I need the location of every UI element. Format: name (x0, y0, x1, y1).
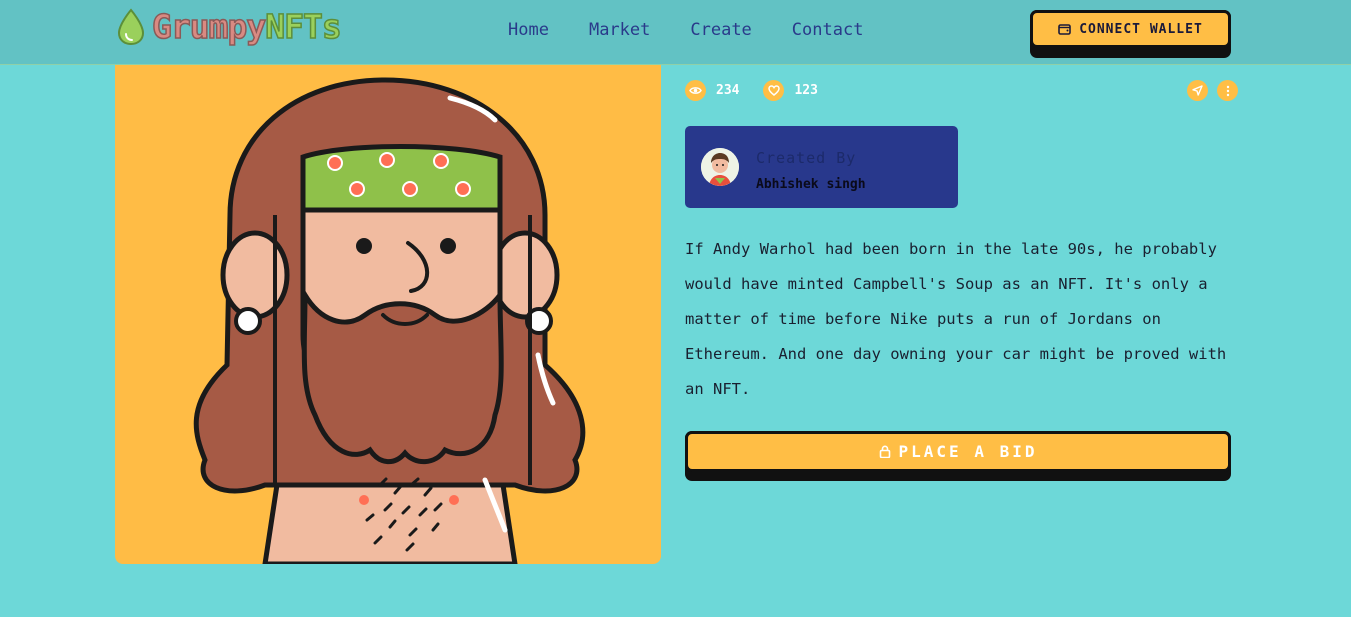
views-count: 234 (716, 83, 740, 98)
likes-stat[interactable]: 123 (763, 80, 818, 101)
connect-wallet-button-face[interactable]: CONNECT WALLET (1030, 10, 1231, 48)
place-bid-button-face[interactable]: PLACE A BID (685, 431, 1231, 472)
creator-name[interactable]: Abhishek singh (756, 177, 866, 192)
send-icon[interactable] (1187, 80, 1208, 101)
brand-name-part2: NFTs (264, 6, 342, 47)
nft-actions (1178, 80, 1238, 101)
connect-wallet-label: CONNECT WALLET (1079, 21, 1203, 37)
created-by-label: Created By (756, 149, 857, 167)
place-bid-label: PLACE A BID (898, 442, 1038, 461)
main-nav: Home Market Create Contact (508, 18, 903, 42)
creator-card[interactable]: Created By Abhishek singh (685, 126, 958, 208)
place-bid-button[interactable]: PLACE A BID (685, 431, 1231, 481)
brand-name: GrumpyNFTs (151, 6, 342, 48)
nft-artwork (115, 65, 661, 564)
connect-wallet-button[interactable]: CONNECT WALLET (1030, 10, 1231, 58)
droplet-icon (117, 8, 145, 46)
more-vertical-icon[interactable] (1217, 80, 1238, 101)
likes-count: 123 (794, 83, 818, 98)
nav-contact[interactable]: Contact (792, 18, 864, 42)
avatar (701, 148, 739, 186)
nft-stats: 234 123 (685, 80, 842, 101)
nav-home[interactable]: Home (508, 18, 549, 42)
nav-market[interactable]: Market (589, 18, 650, 42)
grumpy-hippie-illustration (193, 77, 586, 564)
nft-description: If Andy Warhol had been born in the late… (685, 240, 1227, 398)
navbar: GrumpyNFTs Home Market Create Contact CO… (0, 0, 1351, 65)
wallet-icon (1058, 23, 1072, 35)
views-stat: 234 (685, 80, 739, 101)
brand-logo[interactable]: GrumpyNFTs (116, 6, 342, 48)
lock-icon (879, 445, 891, 458)
eye-icon (685, 80, 706, 101)
nav-create[interactable]: Create (690, 18, 751, 42)
heart-icon[interactable] (763, 80, 785, 101)
brand-name-part1: Grumpy (151, 6, 267, 47)
